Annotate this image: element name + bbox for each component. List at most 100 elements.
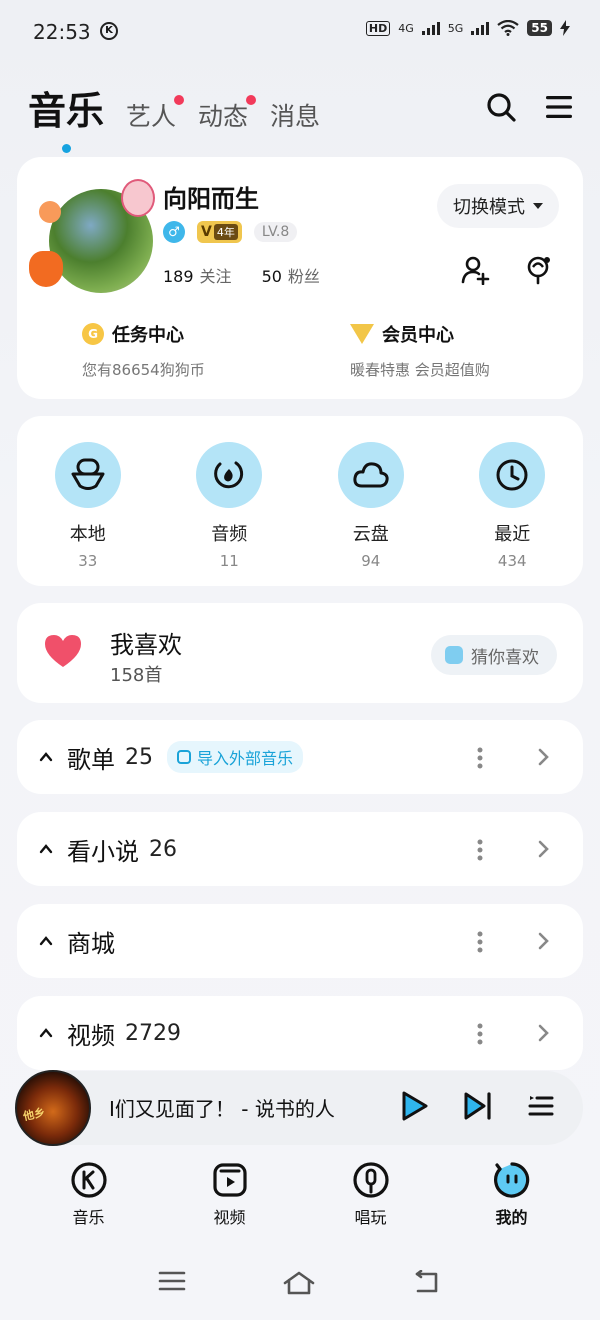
nav-sing[interactable]: 唱玩 xyxy=(311,1160,431,1228)
heart-icon xyxy=(45,635,81,667)
tab-moments-label: 动态 xyxy=(198,102,249,131)
quick-count: 33 xyxy=(78,552,98,570)
quick-label: 云盘 xyxy=(352,524,389,545)
quick-item-recent[interactable]: 最近 434 xyxy=(452,442,572,570)
tab-messages[interactable]: 消息 xyxy=(270,97,320,135)
now-playing-title[interactable]: I们又见面了！ - 说书的人 xyxy=(109,1093,359,1122)
signal-icon-2 xyxy=(471,21,490,35)
clock-icon xyxy=(479,442,546,508)
nav-video[interactable]: 视频 xyxy=(170,1160,290,1228)
tab-artists[interactable]: 艺人 xyxy=(126,95,185,135)
quick-count: 434 xyxy=(497,552,527,570)
quick-count: 11 xyxy=(219,552,239,570)
guess-icon xyxy=(445,646,463,664)
section-count: 25 xyxy=(125,744,153,770)
section-title: 看小说 xyxy=(67,837,139,866)
member-center-title: 会员中心 xyxy=(382,325,454,346)
chevron-up-icon[interactable] xyxy=(39,934,53,948)
user-badges: ♂ V 4年 LV.8 xyxy=(163,221,298,243)
task-center-entry[interactable]: G 任务中心 您有86654狗狗币 xyxy=(82,321,350,380)
username[interactable]: 向阳而生 xyxy=(163,179,259,214)
quick-item-audio[interactable]: 音频 11 xyxy=(169,442,289,570)
fans-stat[interactable]: 50 粉丝 xyxy=(262,263,320,287)
section-novels[interactable]: 看小说 26 xyxy=(17,812,583,886)
bottom-navigation: 音乐 视频 唱玩 我的 xyxy=(0,1160,600,1228)
nav-label: 唱玩 xyxy=(354,1208,387,1227)
tab-music[interactable]: 音乐 xyxy=(28,80,105,153)
album-cover[interactable]: 他乡 xyxy=(15,1070,91,1146)
section-videos[interactable]: 视频 2729 xyxy=(17,996,583,1070)
liked-songs-title: 我喜欢 xyxy=(110,631,182,659)
k-status-icon: K xyxy=(100,22,118,40)
profile-card: 向阳而生 ♂ V 4年 LV.8 189 关注 50 粉丝 切换模式 G 任务中心 您有… xyxy=(17,157,583,399)
section-mall[interactable]: 商城 xyxy=(17,904,583,978)
center-row: G 任务中心 您有86654狗狗币 会员中心 暖春特惠 会员超值购 xyxy=(82,321,600,380)
more-icon[interactable] xyxy=(477,931,483,953)
hd-icon: HD xyxy=(365,20,391,36)
member-center-entry[interactable]: 会员中心 暖春特惠 会员超值购 xyxy=(350,321,600,380)
nav-me[interactable]: 我的 xyxy=(452,1160,572,1228)
quick-item-local[interactable]: 本地 33 xyxy=(28,442,148,570)
more-icon[interactable] xyxy=(477,747,483,769)
chevron-right-icon[interactable] xyxy=(535,1023,551,1043)
switch-mode-label: 切换模式 xyxy=(453,197,525,218)
following-label: 关注 xyxy=(199,267,232,286)
charging-icon xyxy=(560,20,570,36)
home-icon[interactable] xyxy=(282,1270,316,1296)
voice-room-icon[interactable] xyxy=(523,255,553,285)
task-center-title: 任务中心 xyxy=(112,325,184,346)
vip-letter: V xyxy=(201,224,212,240)
net-4g-label: 4G xyxy=(398,21,414,35)
import-external-music-button[interactable]: 导入外部音乐 xyxy=(167,741,304,773)
nav-music[interactable]: 音乐 xyxy=(29,1160,149,1228)
section-title: 视频 xyxy=(67,1021,115,1050)
notification-dot xyxy=(174,95,185,105)
tab-music-label: 音乐 xyxy=(28,89,105,133)
back-icon[interactable] xyxy=(412,1270,442,1294)
more-icon[interactable] xyxy=(477,839,483,861)
menu-icon[interactable] xyxy=(546,95,572,119)
switch-mode-button[interactable]: 切换模式 xyxy=(437,184,559,228)
chevron-right-icon[interactable] xyxy=(535,747,551,767)
player-controls xyxy=(399,1090,555,1122)
chevron-up-icon[interactable] xyxy=(39,750,53,764)
chevron-up-icon[interactable] xyxy=(39,1026,53,1040)
vip-years: 4年 xyxy=(213,224,238,240)
liked-songs-card[interactable]: 我喜欢 158首 猜你喜欢 xyxy=(17,603,583,703)
level-badge[interactable]: LV.8 xyxy=(253,222,298,242)
section-title: 商城 xyxy=(67,929,115,958)
caret-down-icon xyxy=(533,203,543,209)
mini-player[interactable]: 他乡 I们又见面了！ - 说书的人 xyxy=(15,1070,583,1146)
music-k-icon xyxy=(70,1162,107,1198)
active-tab-indicator xyxy=(62,144,71,153)
member-center-subtitle: 暖春特惠 会员超值购 xyxy=(350,361,490,379)
tab-artists-label: 艺人 xyxy=(126,102,177,131)
playlist-queue-icon[interactable] xyxy=(527,1092,555,1120)
cloud-icon xyxy=(337,442,404,508)
task-center-subtitle: 您有86654狗狗币 xyxy=(82,361,205,379)
search-icon[interactable] xyxy=(486,92,516,122)
quick-count: 94 xyxy=(361,552,381,570)
status-indicators: HD 4G 5G 55 xyxy=(365,20,570,36)
fans-count: 50 xyxy=(261,267,282,286)
guess-you-like-button[interactable]: 猜你喜欢 xyxy=(431,635,557,675)
following-stat[interactable]: 189 关注 xyxy=(163,263,232,287)
profile-actions xyxy=(461,255,553,285)
vip-diamond-icon xyxy=(350,324,374,344)
status-bar: 22:53 K HD 4G 5G 55 xyxy=(0,0,600,64)
next-track-icon[interactable] xyxy=(463,1091,493,1121)
chevron-up-icon[interactable] xyxy=(39,842,53,856)
fans-label: 粉丝 xyxy=(287,267,320,286)
add-friend-icon[interactable] xyxy=(461,255,491,285)
play-icon[interactable] xyxy=(399,1090,429,1122)
chevron-right-icon[interactable] xyxy=(535,931,551,951)
tab-moments[interactable]: 动态 xyxy=(198,95,257,135)
recent-apps-icon[interactable] xyxy=(158,1270,186,1292)
vip-badge[interactable]: V 4年 xyxy=(197,221,242,243)
wifi-icon xyxy=(497,20,519,36)
section-playlists[interactable]: 歌单 25 导入外部音乐 xyxy=(17,720,583,794)
chevron-right-icon[interactable] xyxy=(535,839,551,859)
avatar[interactable] xyxy=(29,171,159,301)
quick-item-cloud[interactable]: 云盘 94 xyxy=(311,442,431,570)
more-icon[interactable] xyxy=(477,1023,483,1045)
